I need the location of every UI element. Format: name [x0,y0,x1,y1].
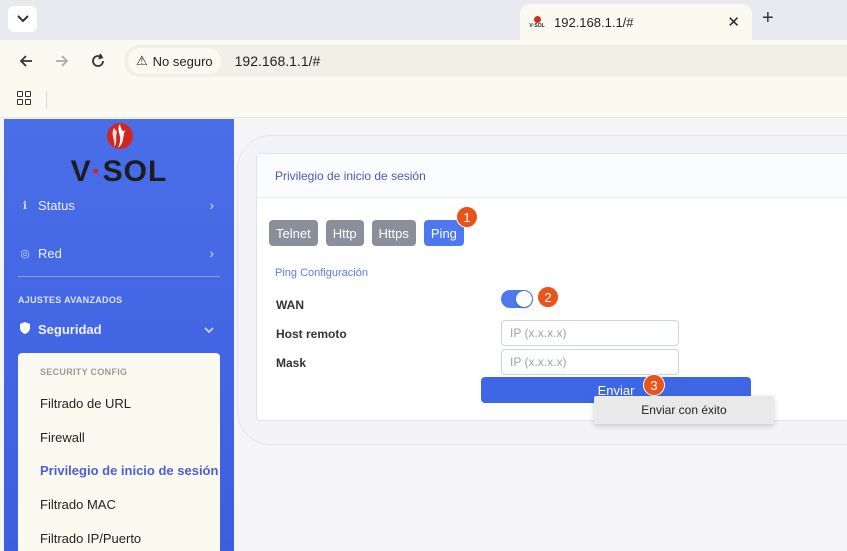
sidebar-item-label: Seguridad [38,321,102,337]
success-toast: Enviar con éxito [594,396,774,424]
card-title: Privilegio de inicio de sesión [257,154,847,198]
info-icon: ℹ [22,199,28,212]
main-content: Privilegio de inicio de sesión Telnet Ht… [234,119,847,551]
browser-toolbar: ⚠ No seguro 192.168.1.1/# [0,40,847,82]
apps-grid-icon[interactable] [17,91,31,105]
annotation-badge-2: 2 [537,286,559,308]
host-remoto-input[interactable] [501,320,679,346]
submenu-item-firewall[interactable]: Firewall [40,430,85,445]
forward-arrow-icon[interactable] [50,49,74,73]
sidebar-item-seguridad[interactable]: Seguridad [18,316,214,342]
browser-tab[interactable]: V·SOL 192.168.1.1/# ✕ [520,4,752,40]
annotation-badge-1: 1 [456,206,478,228]
chevron-down-icon [16,15,29,23]
submenu-heading: SECURITY CONFIG [40,367,128,377]
wan-toggle[interactable] [501,290,533,308]
tab-http[interactable]: Http [325,220,364,246]
vsol-favicon-icon: V·SOL [528,15,546,29]
mask-label: Mask [276,356,307,370]
close-tab-icon[interactable]: ✕ [727,13,740,31]
chevron-down-icon [204,321,214,337]
chevron-right-icon: › [209,197,214,213]
tab-telnet[interactable]: Telnet [269,220,318,246]
sidebar-divider [18,276,220,277]
toggle-knob [516,291,532,307]
warning-icon: ⚠ [136,53,148,68]
sidebar-item-status[interactable]: ℹ Status › [18,192,214,218]
security-label: No seguro [152,53,213,69]
flame-logo-icon [107,123,133,149]
ping-config-title: Ping Configuración [275,267,368,279]
wan-label: WAN [276,298,304,312]
chevron-right-icon: › [209,245,214,261]
submenu-item-login-privilege[interactable]: Privilegio de inicio de sesión [40,463,218,478]
bookmarks-bar [0,82,847,118]
bookmarks-separator [46,91,47,109]
submenu-item-ip-port-filter[interactable]: Filtrado IP/Puerto [40,531,141,546]
sidebar-item-label: Status [38,197,75,213]
sidebar: V·SOL ℹ Status › ◎ Red › AJUSTES AVANZAD… [4,119,234,551]
shield-icon [18,321,32,337]
url-text: 192.168.1.1/# [234,53,321,69]
host-remoto-label: Host remoto [276,327,347,341]
vsol-logo: V·SOL [4,119,234,188]
tab-https[interactable]: Https [371,220,416,246]
new-tab-icon[interactable]: + [762,7,774,30]
mask-input[interactable] [501,349,679,375]
browser-tab-bar: V·SOL 192.168.1.1/# ✕ + [0,0,847,40]
tab-title: 192.168.1.1/# [554,14,634,30]
logo-wordmark: V·SOL [70,155,168,188]
globe-icon: ◎ [20,247,30,260]
tab-search-button[interactable] [8,6,37,32]
security-submenu: SECURITY CONFIG Filtrado de URL Firewall… [18,353,220,551]
reload-icon[interactable] [86,49,110,73]
submenu-item-url-filter[interactable]: Filtrado de URL [40,396,131,411]
annotation-badge-3: 3 [643,374,665,396]
address-bar[interactable]: ⚠ No seguro 192.168.1.1/# [124,45,847,77]
sidebar-section-title: AJUSTES AVANZADOS [18,295,123,305]
sidebar-item-label: Red [38,245,62,261]
protocol-tabs: Telnet Http Https Ping [269,220,464,246]
sidebar-item-red[interactable]: ◎ Red › [18,240,214,266]
submenu-item-mac-filter[interactable]: Filtrado MAC [40,497,116,512]
security-chip[interactable]: ⚠ No seguro [128,48,221,74]
back-arrow-icon[interactable] [14,49,38,73]
